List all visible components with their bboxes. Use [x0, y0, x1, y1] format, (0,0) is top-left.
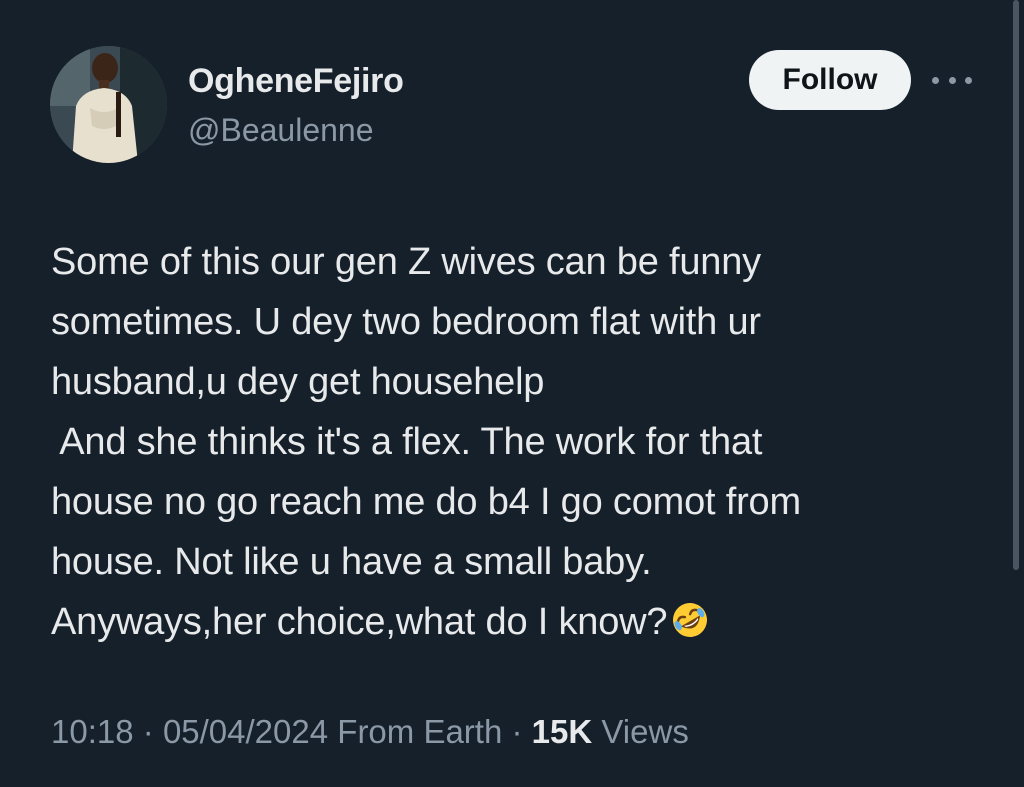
tweet-text-line: house no go reach me do b4 I go comot fr… — [51, 481, 801, 523]
scrollbar[interactable] — [1013, 0, 1019, 570]
tweet-location: From Earth — [337, 713, 503, 750]
tweet-card: OgheneFejiro @Beaulenne Follow Some of t… — [0, 0, 1024, 787]
author-display-name[interactable]: OgheneFejiro — [188, 62, 404, 101]
more-horizontal-icon[interactable] — [932, 68, 972, 92]
views-count[interactable]: 15K — [532, 713, 593, 750]
tweet-text-line: And she thinks it's a flex. The work for… — [51, 421, 763, 463]
tweet-text-line: Some of this our gen Z wives can be funn… — [51, 241, 761, 283]
tweet-text-line-content: Anyways,her choice,what do I know? — [51, 601, 668, 643]
more-dot — [932, 76, 939, 84]
tweet-date[interactable]: 05/04/2024 — [163, 713, 328, 750]
avatar-photo-icon — [50, 46, 167, 163]
more-dot — [965, 76, 972, 84]
author-handle[interactable]: @Beaulenne — [188, 112, 374, 149]
meta-separator: · — [142, 713, 154, 750]
more-dot — [948, 76, 956, 84]
views-label[interactable]: Views — [601, 713, 688, 750]
tweet-text-line: sometimes. U dey two bedroom flat with u… — [51, 301, 761, 343]
tweet-time[interactable]: 10:18 — [51, 713, 134, 750]
tweet-text: Some of this our gen Z wives can be funn… — [51, 232, 971, 652]
tweet-meta: 10:18 · 05/04/2024 From Earth · 15K View… — [51, 713, 689, 751]
avatar[interactable] — [50, 46, 167, 163]
meta-separator: · — [511, 713, 523, 750]
tweet-text-line-last: Anyways,her choice,what do I know? — [51, 592, 971, 652]
tweet-text-line: house. Not like u have a small baby. — [51, 541, 652, 583]
follow-button[interactable]: Follow — [749, 50, 911, 110]
rolling-on-floor-laughing-emoji-icon — [673, 603, 708, 637]
tweet-text-line: husband,u dey get househelp — [51, 361, 545, 403]
